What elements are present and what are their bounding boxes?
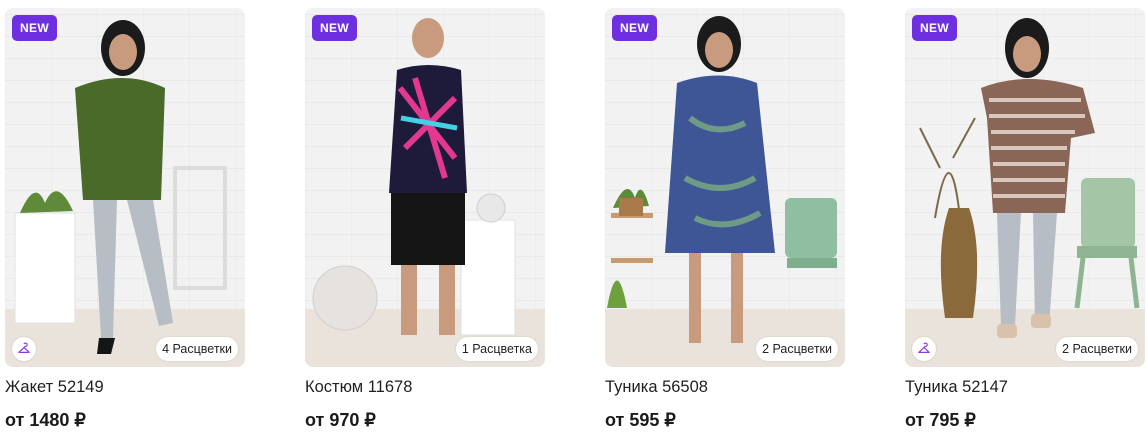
- colors-count-button[interactable]: 1 Расцветка: [455, 337, 538, 361]
- product-photo[interactable]: NEW 1 Расцветка: [305, 8, 545, 367]
- hanger-icon: [18, 342, 30, 353]
- product-name[interactable]: Костюм 11678: [305, 378, 412, 397]
- product-photo[interactable]: NEW 2 Расцветки: [905, 8, 1145, 367]
- product-card[interactable]: NEW 2 Расцветки Туника 56508 от 595 ₽: [605, 8, 845, 430]
- hanger-button[interactable]: [912, 337, 936, 361]
- colors-count-button[interactable]: 2 Расцветки: [756, 337, 838, 361]
- product-price: от 795 ₽: [905, 410, 976, 430]
- new-badge: NEW: [912, 15, 957, 41]
- product-name[interactable]: Туника 56508: [605, 378, 708, 397]
- colors-count-button[interactable]: 2 Расцветки: [1056, 337, 1138, 361]
- product-photo[interactable]: NEW 4 Расцветки: [5, 8, 245, 367]
- product-card[interactable]: NEW 1 Расцветка Костюм 11678 от 970 ₽: [305, 8, 545, 430]
- new-badge: NEW: [312, 15, 357, 41]
- product-card[interactable]: NEW 2 Расцветки Туника 52147 от 795 ₽: [905, 8, 1145, 430]
- product-card[interactable]: NEW 4 Расцветки Жакет 52149 от 1480 ₽: [5, 8, 245, 430]
- product-price: от 1480 ₽: [5, 410, 86, 430]
- model-image: [14, 20, 227, 354]
- product-photo[interactable]: NEW 2 Расцветки: [605, 8, 845, 367]
- product-name[interactable]: Туника 52147: [905, 378, 1008, 397]
- model-image: [312, 18, 516, 336]
- new-badge: NEW: [612, 15, 657, 41]
- hanger-icon: [918, 342, 930, 353]
- product-name[interactable]: Жакет 52149: [5, 378, 104, 397]
- product-price: от 970 ₽: [305, 410, 376, 430]
- new-badge: NEW: [12, 15, 57, 41]
- product-price: от 595 ₽: [605, 410, 676, 430]
- model-image: [919, 18, 1140, 338]
- model-image: [607, 16, 837, 343]
- colors-count-button[interactable]: 4 Расцветки: [156, 337, 238, 361]
- hanger-button[interactable]: [12, 337, 36, 361]
